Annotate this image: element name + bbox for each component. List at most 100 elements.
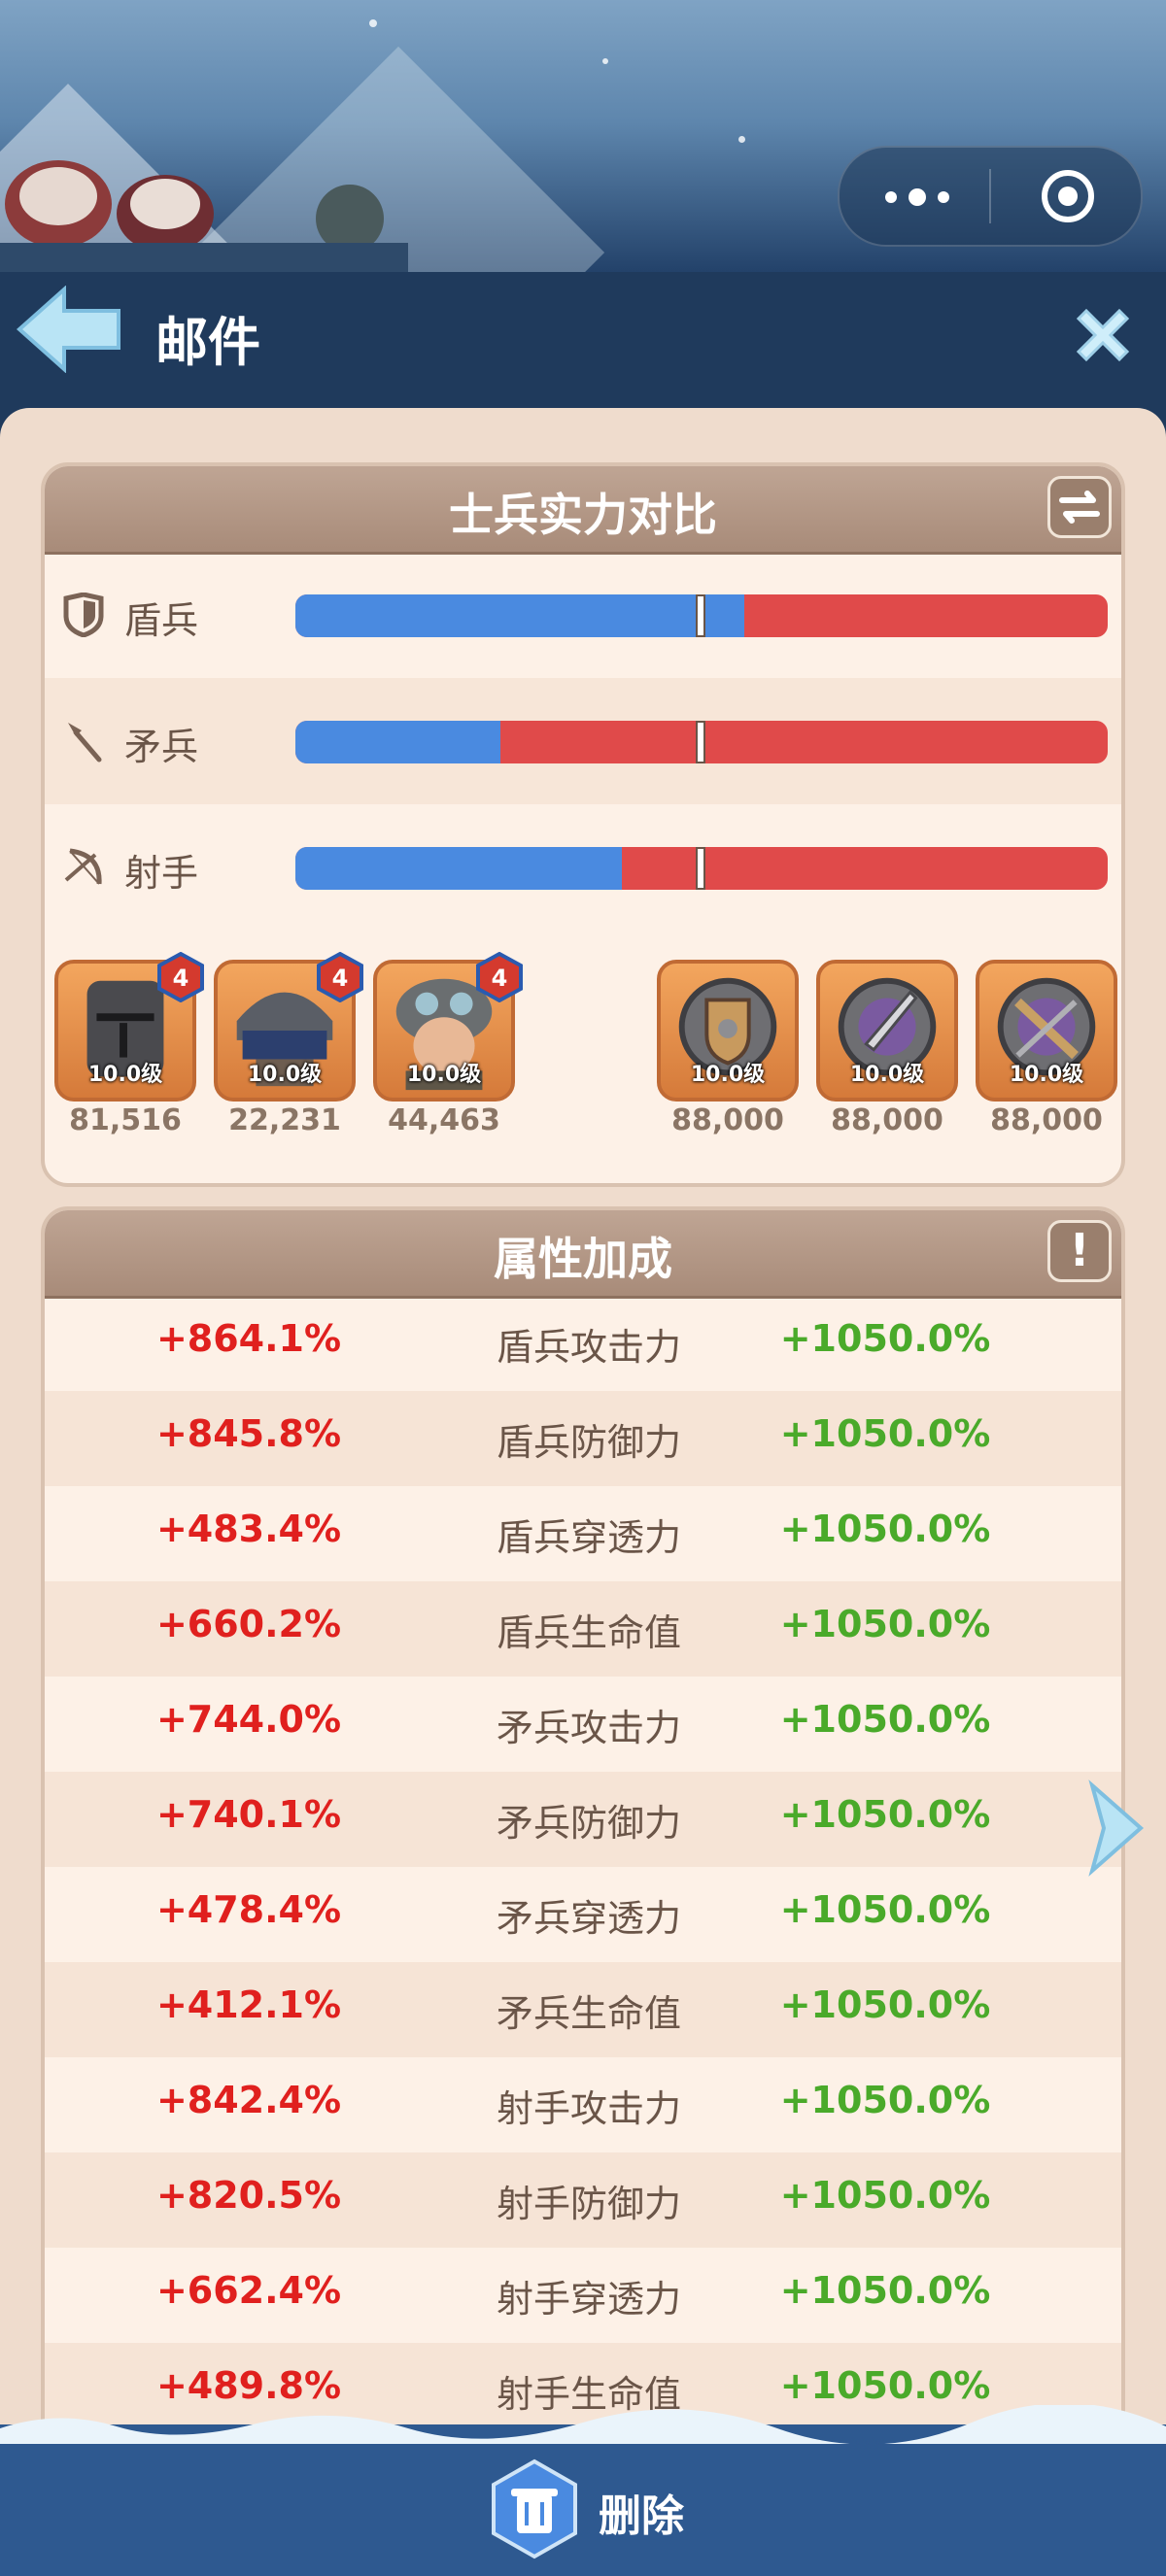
attribute-row: +820.5% 射手防御力 +1050.0% [45,2152,1121,2248]
player-strength-fill [295,847,623,890]
player-bonus-value: +1050.0% [779,1317,991,1360]
bow-icon [64,848,102,885]
page-title: 邮件 [155,312,260,373]
attribute-row: +412.1% 矛兵生命值 +1050.0% [45,1962,1121,2057]
unit-power: 44,463 [388,1103,500,1137]
opponent-bonus-value: +820.5% [155,2174,342,2217]
attribute-name: 射手防御力 [496,2183,681,2225]
unit-power: 88,000 [671,1103,784,1137]
attribute-name: 矛兵生命值 [496,1992,681,2035]
opponent-bonus-value: +478.4% [155,1888,342,1931]
info-button[interactable]: ! [1047,1220,1112,1282]
svg-text:4: 4 [173,965,189,992]
enemy-unit-card[interactable]: 10.0级 88,000 [814,952,960,1142]
player-bonus-value: +1050.0% [779,1508,991,1550]
attribute-name: 盾兵生命值 [496,1611,681,1654]
section-title: 属性加成 [494,1233,672,1285]
back-arrow-icon[interactable] [16,286,124,373]
next-arrow-icon[interactable] [1082,1779,1150,1877]
attribute-row: +660.2% 盾兵生命值 +1050.0% [45,1581,1121,1677]
player-strength-fill [295,594,745,637]
close-icon[interactable] [1069,301,1137,369]
svg-text:4: 4 [492,965,508,992]
svg-text:4: 4 [332,965,349,992]
delete-button[interactable] [488,2457,581,2560]
unit-power: 81,516 [69,1103,182,1137]
player-bonus-value: +1050.0% [779,2079,991,2121]
bottom-bar: 删除 [0,2405,1166,2576]
center-marker [696,847,705,890]
player-bonus-value: +1050.0% [779,2174,991,2217]
star-badge: 4 [157,952,204,1002]
center-marker [696,721,705,763]
opponent-bonus-value: +662.4% [155,2269,342,2312]
player-bonus-value: +1050.0% [779,2269,991,2312]
player-bonus-value: +1050.0% [779,2364,991,2407]
strength-bar [295,594,1108,637]
unit-power: 22,231 [228,1103,341,1137]
unit-power: 88,000 [990,1103,1103,1137]
attribute-name: 矛兵穿透力 [496,1897,681,1940]
swap-button[interactable] [1047,476,1112,538]
opponent-bonus-value: +740.1% [155,1793,342,1836]
header-bar: 邮件 [0,272,1166,408]
attribute-bonus-card: 属性加成 ! +864.1% 盾兵攻击力 +1050.0% +845.8% 盾兵防御力 +… [41,1206,1125,2438]
soldier-compare-card: 士兵实力对比 盾兵 矛兵 射手 10.0级 4 81,516 10.0级 4 2… [41,462,1125,1187]
snowflake [602,58,608,64]
opponent-bonus-value: +842.4% [155,2079,342,2121]
delete-label[interactable]: 删除 [599,2481,684,2543]
swap-icon [1059,491,1100,524]
snow-characters [0,160,408,272]
attribute-row: +740.1% 矛兵防御力 +1050.0% [45,1772,1121,1867]
snow-edge [0,2405,1166,2444]
compare-row: 矛兵 [45,678,1121,804]
strength-bar [295,847,1108,890]
attribute-row: +845.8% 盾兵防御力 +1050.0% [45,1391,1121,1486]
opponent-bonus-value: +744.0% [155,1698,342,1741]
compare-row: 盾兵 [45,552,1121,678]
snowflake [369,19,377,27]
attribute-row: +662.4% 射手穿透力 +1050.0% [45,2248,1121,2343]
player-bonus-value: +1050.0% [779,1888,991,1931]
star-badge: 4 [476,952,523,1002]
player-unit-card[interactable]: 10.0级 4 22,231 [212,952,363,1142]
attribute-row: +744.0% 矛兵攻击力 +1050.0% [45,1677,1121,1772]
compare-label: 矛兵 [124,726,199,768]
sword-emblem: 10.0级 [816,960,958,1102]
opponent-bonus-value: +412.1% [155,1983,342,2026]
attribute-name: 盾兵穿透力 [496,1516,681,1559]
compare-row: 射手 [45,804,1121,931]
spear-icon [68,723,102,763]
enemy-unit-card[interactable]: 10.0级 88,000 [974,952,1119,1142]
attribute-name: 射手攻击力 [496,2087,681,2130]
section-header: 属性加成 ! [45,1210,1121,1299]
unit-strip: 10.0级 4 81,516 10.0级 4 22,231 10.0级 4 44… [52,952,1121,1146]
player-bonus-value: +1050.0% [779,1603,991,1645]
attribute-row: +864.1% 盾兵攻击力 +1050.0% [45,1296,1121,1391]
player-unit-card[interactable]: 10.0级 4 44,463 [371,952,523,1142]
opponent-bonus-value: +489.8% [155,2364,342,2407]
section-header: 士兵实力对比 [45,466,1121,555]
opponent-bonus-value: +660.2% [155,1603,342,1645]
star-badge: 4 [317,952,363,1002]
player-bonus-value: +1050.0% [779,1983,991,2026]
close-program-icon[interactable] [1039,167,1097,225]
attribute-name: 矛兵攻击力 [496,1707,681,1749]
attribute-name: 矛兵防御力 [496,1802,681,1845]
crossbow-emblem: 10.0级 [976,960,1117,1102]
mini-program-capsule [838,146,1143,247]
attribute-name: 盾兵攻击力 [496,1326,681,1369]
enemy-unit-card[interactable]: 10.0级 88,000 [655,952,801,1142]
shield-icon [63,593,104,637]
opponent-bonus-value: +483.4% [155,1508,342,1550]
attribute-row: +478.4% 矛兵穿透力 +1050.0% [45,1867,1121,1962]
center-marker [696,594,705,637]
more-options-button[interactable] [878,183,956,212]
player-unit-card[interactable]: 10.0级 4 81,516 [52,952,204,1142]
attribute-row: +842.4% 射手攻击力 +1050.0% [45,2057,1121,2152]
mail-panel: 士兵实力对比 盾兵 矛兵 射手 10.0级 4 81,516 10.0级 4 2… [0,408,1166,2438]
opponent-bonus-value: +864.1% [155,1317,342,1360]
attribute-row: +483.4% 盾兵穿透力 +1050.0% [45,1486,1121,1581]
shield-emblem: 10.0级 [657,960,799,1102]
compare-label: 射手 [124,852,199,895]
